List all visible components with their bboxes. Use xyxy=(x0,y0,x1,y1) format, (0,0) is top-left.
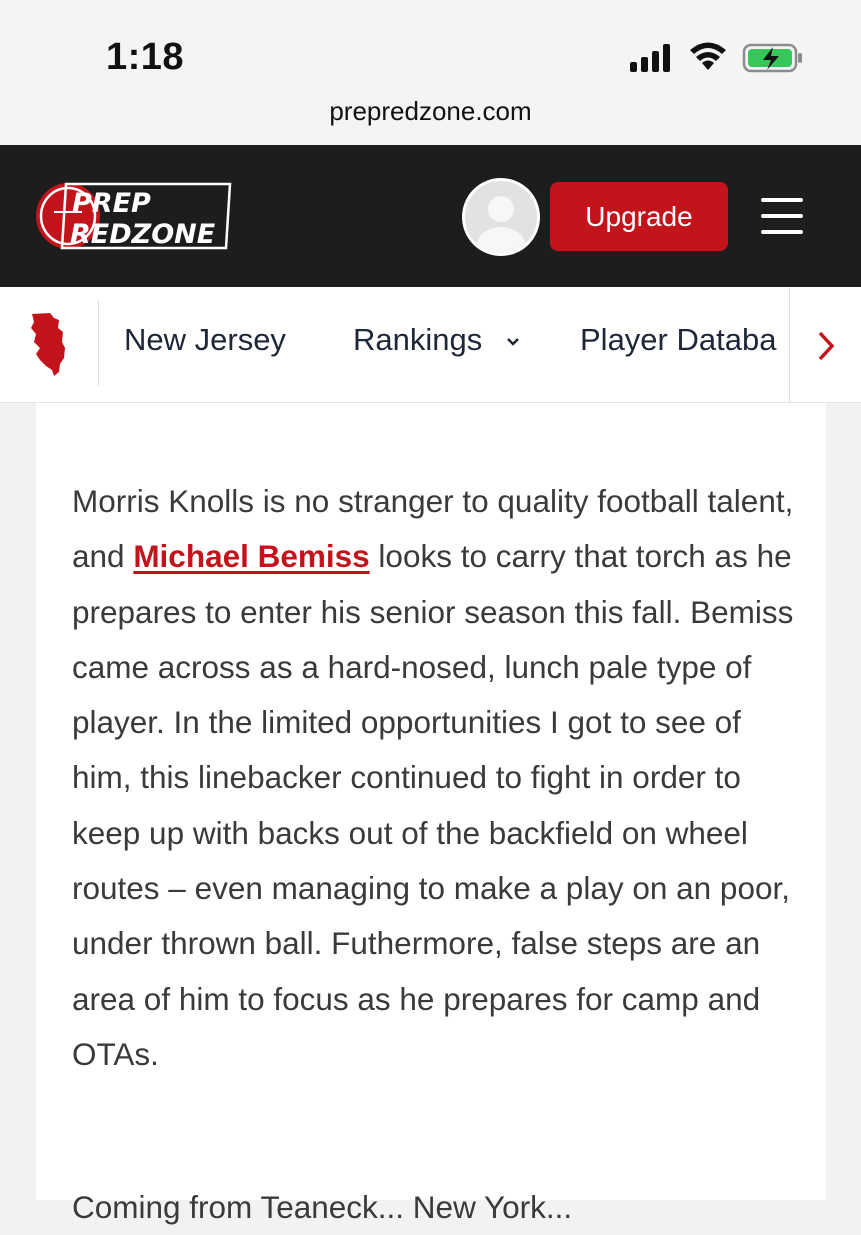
cellular-signal-icon xyxy=(630,44,674,72)
hamburger-menu-icon[interactable] xyxy=(761,198,803,234)
player-link-michael-bemiss[interactable]: Michael Bemiss xyxy=(133,538,369,574)
chevron-right-icon[interactable] xyxy=(814,330,838,362)
upgrade-button[interactable]: Upgrade xyxy=(550,182,728,251)
nav-divider xyxy=(98,300,99,386)
new-jersey-state-icon[interactable] xyxy=(28,312,72,378)
prep-redzone-logo[interactable]: PREP REDZONE xyxy=(34,180,234,252)
status-bar: 1:18 prepredzone.com xyxy=(0,0,861,145)
nav-item-new-jersey[interactable]: New Jersey xyxy=(124,322,286,358)
article-paragraph-next: Coming from Teaneck... New York... xyxy=(72,1189,573,1225)
wifi-icon xyxy=(690,42,726,70)
nav-item-player-database[interactable]: Player Databa xyxy=(580,322,776,358)
logo-text-prep: PREP xyxy=(72,188,151,219)
user-avatar[interactable] xyxy=(462,178,540,256)
nav-item-rankings-label: Rankings xyxy=(353,322,483,357)
logo-text-redzone: REDZONE xyxy=(70,219,216,250)
battery-charging-icon xyxy=(742,43,802,73)
nav-item-rankings[interactable]: Rankings xyxy=(353,322,521,358)
clock-time: 1:18 xyxy=(106,36,185,78)
nav-items-strip: New Jersey Rankings Player Databa xyxy=(100,288,788,402)
paragraph-text: looks to carry that torch as he prepares… xyxy=(72,538,794,1072)
user-silhouette-icon xyxy=(477,196,525,253)
nav-divider xyxy=(789,288,790,402)
article-paragraph: Morris Knolls is no stranger to quality … xyxy=(72,474,802,1082)
chevron-down-icon xyxy=(506,337,519,346)
address-bar-url[interactable]: prepredzone.com xyxy=(0,96,861,127)
